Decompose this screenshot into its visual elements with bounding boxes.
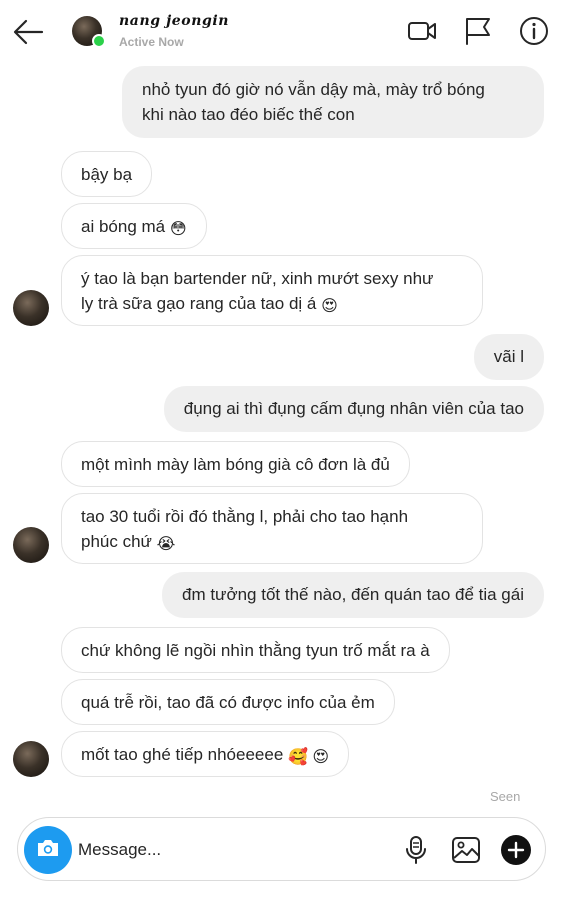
back-arrow-icon[interactable] (10, 14, 46, 50)
message-incoming[interactable]: ý tao là bạn bartender nữ, xinh mướt sex… (61, 255, 483, 326)
video-call-icon[interactable] (405, 14, 439, 48)
chat-header: nang jeongin Active Now (0, 0, 562, 64)
message-text: nhỏ tyun đó giờ nó vẫn dậy mà, mày trổ b… (142, 80, 485, 124)
message-text: ai bóng má (81, 217, 166, 236)
message-incoming[interactable]: mốt tao ghé tiếp nhóeeeee 🥰 😍 (61, 731, 350, 777)
camera-button[interactable] (24, 826, 72, 874)
message-text: quá trễ rồi, tao đã có được info của ẻm (81, 693, 375, 712)
message-text: chứ không lẽ ngồi nhìn thằng tyun trố mắ… (81, 641, 430, 660)
message-outgoing[interactable]: vãi l (473, 334, 544, 380)
message-text: một mình mày làm bóng già cô đơn là đủ (81, 455, 390, 474)
avatar[interactable] (13, 527, 49, 563)
active-status: Active Now (119, 35, 184, 49)
contact-username[interactable]: nang jeongin (119, 13, 229, 29)
message-incoming[interactable]: tao 30 tuổi rồi đó thằng l, phải cho tao… (61, 493, 483, 564)
message-input[interactable] (78, 832, 378, 868)
message-text: vãi l (493, 347, 524, 366)
message-outgoing[interactable]: nhỏ tyun đó giờ nó vẫn dậy mà, mày trổ b… (122, 66, 544, 138)
crying-face-emoji: 😭 (156, 536, 176, 553)
flag-icon[interactable] (461, 14, 495, 48)
online-indicator (92, 34, 106, 48)
message-incoming[interactable]: bậy bạ (61, 151, 153, 197)
heart-eyes-emoji: 😍 (321, 298, 338, 315)
message-composer (17, 817, 546, 881)
smiling-hearts-emoji: 🥰 😍 (288, 749, 330, 766)
message-text: đm tưởng tốt thế nào, đến quán tao để ti… (182, 585, 524, 604)
message-incoming[interactable]: một mình mày làm bóng già cô đơn là đủ (61, 441, 410, 487)
add-icon[interactable] (499, 833, 533, 867)
photo-gallery-icon[interactable] (449, 833, 483, 867)
message-text: bậy bạ (81, 165, 133, 184)
message-incoming[interactable]: ai bóng má 😳 (61, 203, 207, 249)
avatar[interactable] (13, 741, 49, 777)
message-outgoing[interactable]: đm tưởng tốt thế nào, đến quán tao để ti… (162, 572, 544, 618)
flushed-face-emoji: 😳 (169, 221, 187, 238)
avatar[interactable] (13, 290, 49, 326)
camera-icon (35, 837, 61, 864)
message-text: mốt tao ghé tiếp nhóeeeee (81, 745, 284, 764)
message-thread[interactable]: nhỏ tyun đó giờ nó vẫn dậy mà, mày trổ b… (0, 64, 562, 809)
microphone-icon[interactable] (399, 833, 433, 867)
message-text: tao 30 tuổi rồi đó thằng l, phải cho tao… (81, 507, 409, 551)
message-text: đụng ai thì đụng cấm đụng nhân viên của … (183, 399, 524, 418)
seen-indicator: Seen (490, 789, 521, 804)
message-incoming[interactable]: quá trễ rồi, tao đã có được info của ẻm (61, 679, 395, 725)
message-text: ý tao là bạn bartender nữ, xinh mướt sex… (81, 269, 434, 313)
message-incoming[interactable]: chứ không lẽ ngồi nhìn thằng tyun trố mắ… (61, 627, 450, 673)
info-icon[interactable] (517, 14, 551, 48)
message-outgoing[interactable]: đụng ai thì đụng cấm đụng nhân viên của … (163, 386, 544, 432)
